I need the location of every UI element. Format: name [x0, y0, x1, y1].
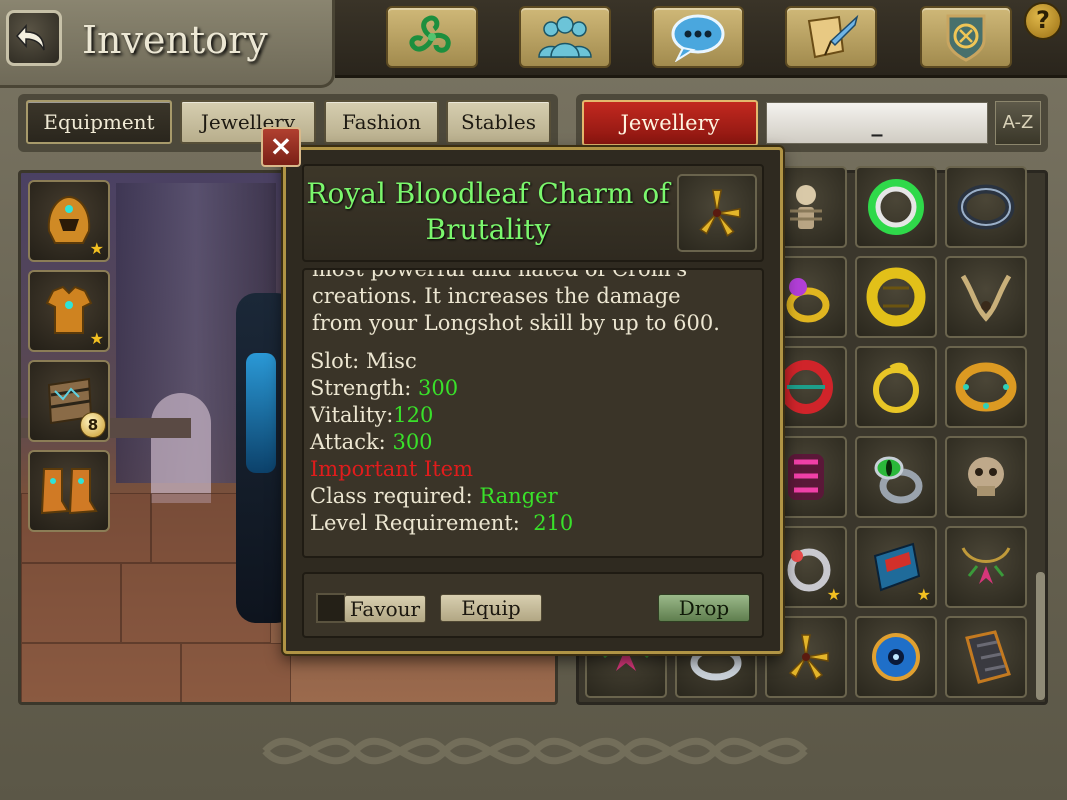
description-line: from your Longshot skill by up to 600.: [312, 311, 720, 335]
inventory-item[interactable]: [945, 616, 1027, 698]
equip-button[interactable]: Equip: [440, 594, 542, 622]
bloodleaf-charm-icon: [788, 634, 829, 681]
equipment-slot-head[interactable]: ★: [28, 180, 110, 262]
inventory-item[interactable]: [855, 346, 937, 428]
item-description: most powerful and hated of Crom's creati…: [312, 268, 758, 337]
gold-engraved-ring-icon: [866, 267, 926, 327]
skull-ring-icon: [968, 457, 1004, 496]
favour-button[interactable]: Favour: [344, 595, 426, 623]
boots-icon: [40, 468, 98, 515]
inventory-scrollbar[interactable]: [1036, 572, 1045, 700]
scaled-bracer-icon: [965, 630, 1011, 684]
search-input[interactable]: _: [766, 102, 988, 144]
triskele-icon: [409, 15, 451, 53]
equipment-slot-feet[interactable]: [28, 450, 110, 532]
description-line: most powerful and hated of Crom's: [312, 268, 688, 281]
stat-vitality: Vitality:120: [310, 403, 434, 427]
pink-gem-bracelet-icon: [788, 454, 824, 500]
drop-button[interactable]: Drop: [658, 594, 750, 622]
gold-gem-band-icon: [955, 362, 1017, 412]
stat-class-required: Class required: Ranger: [310, 484, 558, 508]
inventory-item[interactable]: [945, 166, 1027, 248]
purple-gem-ring-icon: [786, 278, 830, 323]
stat-slot: Slot: Misc: [310, 349, 417, 373]
gold-coil-ring-icon: [873, 362, 919, 413]
stat-strength: Strength: 300: [310, 376, 459, 400]
inventory-item[interactable]: ★: [855, 526, 937, 608]
quest-scroll-icon: [807, 14, 859, 59]
back-button[interactable]: [6, 10, 62, 66]
dark-runed-ring-icon: [957, 184, 1015, 230]
inventory-item[interactable]: [945, 526, 1027, 608]
important-item-label: Important Item: [310, 457, 474, 481]
bloodleaf-charm-icon: [699, 189, 741, 237]
close-tooltip-button[interactable]: ×: [261, 127, 301, 167]
inventory-item[interactable]: [945, 346, 1027, 428]
chat-button[interactable]: [652, 6, 744, 68]
celtic-knot-decoration: [262, 737, 808, 765]
description-line: creations. It increases the damage: [312, 284, 681, 308]
equipment-slot-hands[interactable]: 8: [28, 360, 110, 442]
star-icon: ★: [89, 239, 104, 258]
star-icon: ★: [89, 329, 104, 348]
red-banded-ring-icon: [779, 360, 833, 414]
quests-button[interactable]: [785, 6, 877, 68]
star-icon: ★: [916, 585, 931, 604]
category-filter-button[interactable]: Jewellery: [582, 100, 758, 146]
sort-az-button[interactable]: A-Z: [995, 101, 1041, 145]
inventory-item[interactable]: [855, 616, 937, 698]
guild-button[interactable]: [920, 6, 1012, 68]
archway: [151, 393, 211, 503]
equipment-slot-chest[interactable]: ★: [28, 270, 110, 352]
guild-shield-icon: [946, 14, 986, 62]
party-button[interactable]: [519, 6, 611, 68]
blue-eye-amulet-icon: [872, 633, 920, 681]
back-arrow-icon: [15, 24, 45, 51]
skills-button[interactable]: [386, 6, 478, 68]
stack-count-badge: 8: [80, 412, 106, 438]
party-icon: [538, 16, 592, 58]
tab-stables[interactable]: Stables: [446, 100, 551, 144]
twisted-amulet-icon: [960, 274, 1012, 322]
inventory-item[interactable]: [855, 166, 937, 248]
flower-necklace-icon: [961, 547, 1011, 584]
tooltip-description-panel[interactable]: most powerful and hated of Crom's creati…: [302, 268, 764, 558]
inventory-item[interactable]: [945, 256, 1027, 338]
inventory-item[interactable]: [855, 436, 937, 518]
help-button[interactable]: ?: [1024, 2, 1062, 40]
tab-equipment[interactable]: Equipment: [26, 100, 172, 144]
stat-attack: Attack: 300: [310, 430, 433, 454]
inventory-item[interactable]: [945, 436, 1027, 518]
favour-checkbox[interactable]: [316, 593, 346, 623]
chat-icon: [671, 14, 725, 62]
green-eye-ring-icon: [874, 456, 923, 504]
tooltip-item-slot: [677, 174, 757, 252]
skeleton-icon: [790, 185, 822, 229]
inventory-item[interactable]: [855, 256, 937, 338]
star-icon: ★: [826, 585, 841, 604]
item-stats: Slot: Misc Strength: 300 Vitality:120 At…: [310, 348, 573, 537]
item-name: Royal Bloodleaf Charm of Brutality: [306, 177, 670, 246]
stat-level-requirement: Level Requirement: 210: [310, 511, 574, 535]
ornate-green-ring-icon: [868, 179, 924, 235]
tab-fashion[interactable]: Fashion: [324, 100, 439, 144]
page-title: Inventory: [82, 18, 268, 62]
